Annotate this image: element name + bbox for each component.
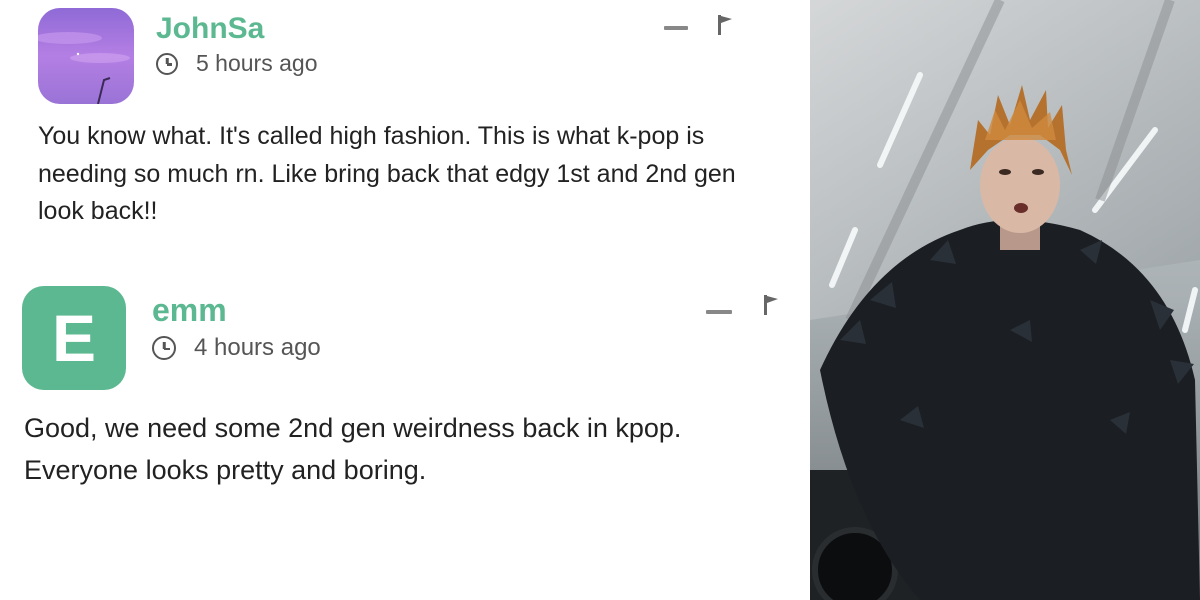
avatar-letter: E: [51, 301, 97, 375]
comments-panel: JohnSa 5 hours ago You know what. It's c…: [0, 0, 810, 600]
comment-text: You know what. It's called high fashion.…: [38, 122, 736, 225]
comment-item: JohnSa 5 hours ago You know what. It's c…: [0, 0, 810, 260]
clock-icon: [152, 336, 176, 360]
flag-icon[interactable]: [716, 14, 736, 36]
user-avatar[interactable]: E: [22, 286, 126, 390]
collapse-icon[interactable]: [706, 310, 732, 314]
performer-photo-image: [810, 0, 1200, 600]
flag-icon[interactable]: [762, 294, 782, 316]
comment-time-text: 4 hours ago: [194, 334, 321, 361]
comment-time-text: 5 hours ago: [196, 50, 318, 76]
user-avatar[interactable]: [38, 8, 134, 104]
collapse-icon[interactable]: [664, 26, 688, 30]
comment-text: Good, we need some 2nd gen weirdness bac…: [24, 413, 682, 485]
comment-username[interactable]: JohnSa: [156, 12, 264, 46]
photo-panel: [810, 0, 1200, 600]
sunset-sky-avatar-icon: [38, 8, 134, 104]
comment-timestamp: 4 hours ago: [152, 334, 321, 362]
comment-timestamp: 5 hours ago: [156, 50, 317, 77]
comment-username[interactable]: emm: [152, 292, 227, 329]
comment-item: E emm 4 hours ago Good, we need some 2nd…: [0, 280, 810, 600]
clock-icon: [156, 52, 178, 75]
